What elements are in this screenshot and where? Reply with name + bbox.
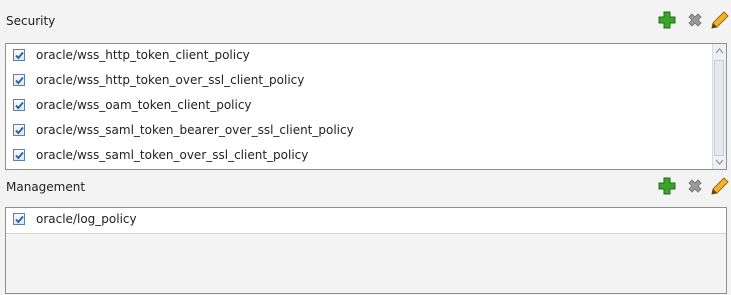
list-item[interactable]: oracle/wss_http_token_client_policy [6, 44, 712, 70]
x-icon [688, 13, 702, 27]
security-toolbar [651, 8, 731, 32]
policy-checkbox[interactable] [13, 149, 25, 161]
security-section-title: Security [6, 14, 56, 28]
plus-icon [658, 177, 676, 195]
management-section-header: Management [0, 174, 731, 198]
security-add-button[interactable] [657, 10, 677, 30]
management-edit-button[interactable] [709, 176, 729, 196]
policy-checkbox[interactable] [13, 49, 25, 61]
management-policy-list: oracle/log_policy [5, 207, 727, 294]
scroll-up-icon[interactable] [715, 47, 724, 56]
security-policy-list: oracle/wss_http_token_client_policy orac… [5, 43, 727, 170]
policy-checkbox[interactable] [13, 124, 25, 136]
list-item[interactable]: oracle/wss_saml_token_bearer_over_ssl_cl… [6, 119, 712, 145]
policy-label: oracle/wss_saml_token_over_ssl_client_po… [36, 148, 309, 162]
policy-label: oracle/wss_oam_token_client_policy [36, 98, 252, 112]
list-item[interactable]: oracle/wss_saml_token_over_ssl_client_po… [6, 144, 712, 169]
scroll-down-icon[interactable] [715, 157, 724, 166]
scroll-thumb[interactable] [714, 60, 724, 156]
management-list-empty-area [6, 234, 726, 293]
management-remove-button[interactable] [685, 176, 705, 196]
management-toolbar [651, 174, 731, 198]
policy-label: oracle/wss_http_token_client_policy [36, 48, 250, 62]
policy-label: oracle/wss_saml_token_bearer_over_ssl_cl… [36, 123, 354, 137]
checkmark-icon [15, 51, 24, 60]
checkmark-icon [15, 215, 24, 224]
checkmark-icon [15, 101, 24, 110]
security-edit-button[interactable] [709, 10, 729, 30]
checkmark-icon [15, 76, 24, 85]
management-add-button[interactable] [657, 176, 677, 196]
list-item[interactable]: oracle/log_policy [6, 208, 726, 234]
security-section-header: Security [0, 8, 731, 32]
checkmark-icon [15, 126, 24, 135]
security-list-scrollbar[interactable] [712, 44, 726, 169]
plus-icon [658, 11, 676, 29]
policy-label: oracle/wss_http_token_over_ssl_client_po… [36, 73, 305, 87]
x-icon [688, 179, 702, 193]
security-remove-button[interactable] [685, 10, 705, 30]
list-item[interactable]: oracle/wss_oam_token_client_policy [6, 94, 712, 120]
pencil-icon [711, 177, 729, 195]
list-item[interactable]: oracle/wss_http_token_over_ssl_client_po… [6, 69, 712, 95]
policy-checkbox[interactable] [13, 213, 25, 225]
checkmark-icon [15, 151, 24, 160]
policy-checkbox[interactable] [13, 74, 25, 86]
management-section-title: Management [6, 180, 86, 194]
pencil-icon [711, 11, 729, 29]
policy-checkbox[interactable] [13, 99, 25, 111]
policy-label: oracle/log_policy [36, 212, 137, 226]
